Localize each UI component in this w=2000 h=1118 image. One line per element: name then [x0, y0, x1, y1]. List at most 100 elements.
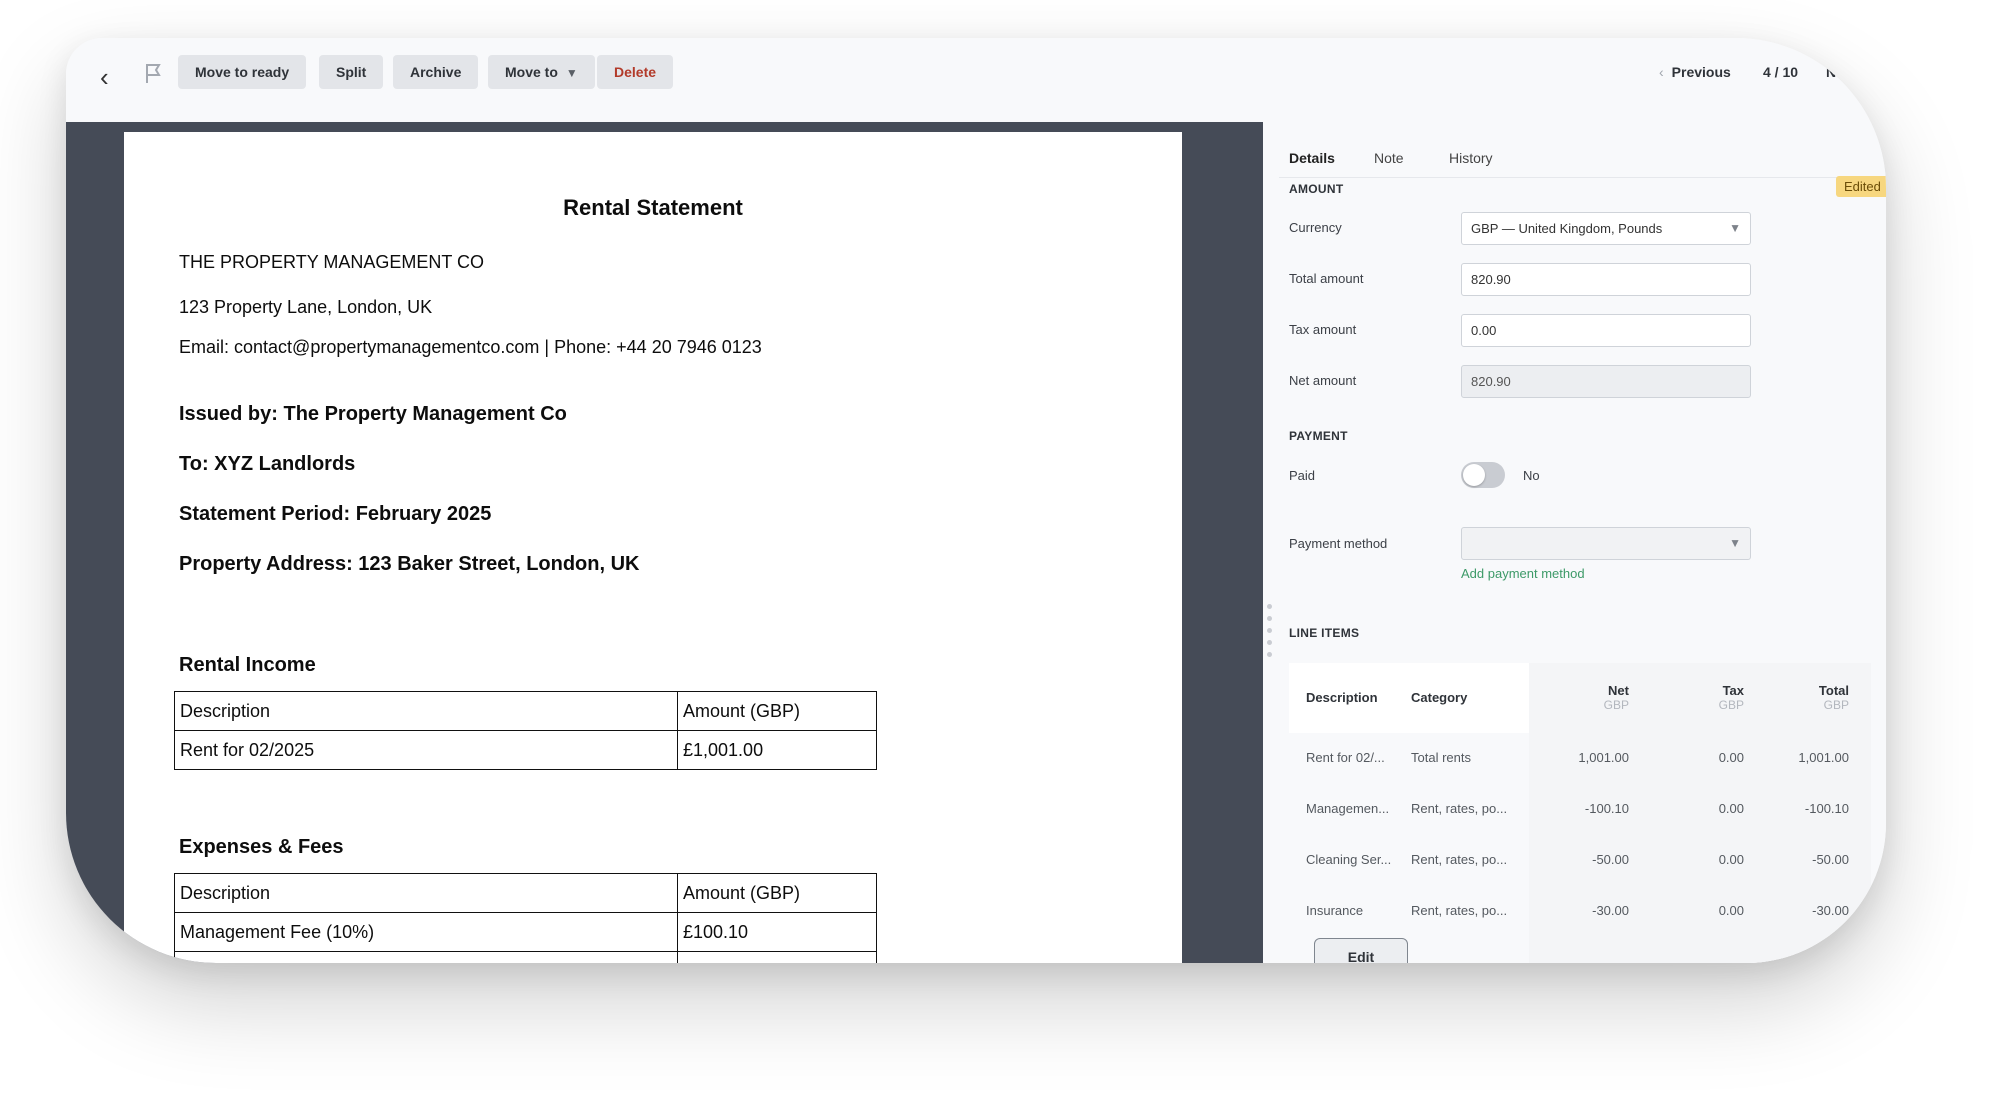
column-description: Description: [1306, 690, 1378, 705]
table-cell: Management Fee (10%): [174, 912, 678, 952]
amount-section-title: AMOUNT: [1289, 182, 1344, 196]
line-item-description: Cleaning Ser...: [1306, 852, 1392, 867]
line-item-category: Total rents: [1411, 750, 1471, 765]
paid-label: Paid: [1289, 468, 1316, 483]
line-item-total: -50.00: [1812, 852, 1849, 867]
previous-button[interactable]: ‹ Previous: [1659, 64, 1731, 80]
table-cell: Description: [174, 691, 678, 731]
line-item-tax: 0.00: [1718, 852, 1744, 867]
page-position: 4 / 10: [1763, 64, 1799, 80]
payment-section-title: PAYMENT: [1289, 429, 1348, 443]
column-net: Net GBP: [1569, 683, 1629, 712]
company-address: 123 Property Lane, London, UK: [179, 297, 433, 317]
app-window: ‹ Move to ready Split Archive Move to ▼ D…: [66, 38, 1886, 963]
line-item-tax: 0.00: [1718, 750, 1744, 765]
issued-by: Issued by: The Property Management Co: [179, 403, 567, 425]
company-name: THE PROPERTY MANAGEMENT CO: [179, 252, 485, 272]
payment-method-select[interactable]: ▼: [1461, 527, 1751, 560]
flag-icon[interactable]: [144, 62, 162, 90]
table-cell: £1,001.00: [677, 730, 877, 770]
line-item-description: Insurance: [1306, 903, 1364, 918]
table-cell: Amount (GBP): [677, 691, 877, 731]
document-page: Rental Statement THE PROPERTY MANAGEMENT…: [124, 132, 1182, 963]
payment-method-label: Payment method: [1289, 536, 1388, 551]
table-cell: [677, 951, 877, 963]
line-items-section-title: LINE ITEMS: [1289, 626, 1360, 640]
column-total: Total GBP: [1789, 683, 1849, 712]
column-net-currency: GBP: [1603, 698, 1629, 712]
edit-line-items-button[interactable]: Edit: [1314, 938, 1408, 963]
currency-label: Currency: [1289, 220, 1342, 235]
table-row: Description Amount (GBP): [174, 691, 877, 731]
rental-income-heading: Rental Income: [179, 654, 316, 676]
line-item-total: -30.00: [1812, 903, 1849, 918]
table-cell: £100.10: [677, 912, 877, 952]
line-item-tax: 0.00: [1718, 801, 1744, 816]
details-panel: Details Note History Edited AMOUNT Curre…: [1279, 122, 1886, 963]
status-badge: Edited: [1836, 176, 1886, 197]
table-cell: Rent for 02/2025: [174, 730, 678, 770]
add-payment-method-link[interactable]: Add payment method: [1461, 566, 1585, 581]
column-tax-currency: GBP: [1718, 698, 1744, 712]
document-viewer[interactable]: Rental Statement THE PROPERTY MANAGEMENT…: [66, 122, 1263, 963]
caret-down-icon: ▼: [565, 66, 578, 80]
rental-income-table: Description Amount (GBP) Rent for 02/202…: [174, 691, 877, 770]
delete-button[interactable]: Delete: [597, 55, 674, 89]
tab-details[interactable]: Details: [1289, 150, 1335, 166]
document-title: Rental Statement: [563, 195, 743, 220]
line-item-description: Rent for 02/...: [1306, 750, 1385, 765]
paid-value: No: [1523, 468, 1540, 483]
tab-note[interactable]: Note: [1374, 150, 1404, 166]
tabs-divider: [1279, 177, 1886, 178]
net-amount-field: 820.90: [1461, 365, 1751, 398]
back-icon[interactable]: ‹: [100, 62, 109, 93]
company-contact: Email: contact@propertymanagementco.com …: [179, 337, 762, 357]
move-to-button[interactable]: Move to ▼: [488, 55, 595, 89]
table-row: Description Amount (GBP): [174, 873, 877, 913]
next-button[interactable]: Nex: [1826, 64, 1852, 80]
line-item-row[interactable]: Insurance Rent, rates, po... -30.00 0.00…: [1289, 886, 1871, 938]
move-to-label: Move to: [505, 64, 558, 80]
toolbar: ‹ Move to ready Split Archive Move to ▼ D…: [66, 38, 1886, 122]
currency-select[interactable]: GBP — United Kingdom, Pounds ▼: [1461, 212, 1751, 245]
line-item-row[interactable]: Rent for 02/... Total rents 1,001.00 0.0…: [1289, 733, 1871, 785]
archive-button[interactable]: Archive: [393, 55, 479, 89]
move-to-ready-button[interactable]: Move to ready: [178, 55, 307, 89]
chevron-left-icon: ‹: [1659, 64, 1664, 80]
table-row: Management Fee (10%) £100.10: [174, 912, 877, 952]
line-item-total: -100.10: [1804, 801, 1849, 816]
table-row: Rent for 02/2025 £1,001.00: [174, 730, 877, 770]
line-item-category: Rent, rates, po...: [1411, 801, 1508, 816]
caret-down-icon: ▼: [1729, 536, 1741, 550]
line-item-description: Managemen...: [1306, 801, 1390, 816]
column-net-label: Net: [1608, 683, 1629, 698]
line-item-net: 1,001.00: [1578, 750, 1629, 765]
net-amount-label: Net amount: [1289, 373, 1357, 388]
total-amount-label: Total amount: [1289, 271, 1364, 286]
toggle-knob: [1463, 464, 1485, 486]
table-cell: [174, 951, 678, 963]
tax-amount-label: Tax amount: [1289, 322, 1357, 337]
line-item-net: -50.00: [1592, 852, 1629, 867]
caret-down-icon: ▼: [1729, 221, 1741, 235]
total-amount-input[interactable]: 820.90: [1461, 263, 1751, 296]
line-item-category: Rent, rates, po...: [1411, 903, 1508, 918]
line-item-net: -100.10: [1584, 801, 1629, 816]
tax-amount-input[interactable]: 0.00: [1461, 314, 1751, 347]
line-item-total: 1,001.00: [1798, 750, 1849, 765]
numeric-columns-bg: [1529, 937, 1871, 963]
paid-toggle[interactable]: [1461, 462, 1505, 488]
expenses-table: Description Amount (GBP) Management Fee …: [174, 873, 877, 963]
resize-handle[interactable]: [1267, 604, 1273, 664]
split-button[interactable]: Split: [319, 55, 384, 89]
column-total-currency: GBP: [1823, 698, 1849, 712]
recipient: To: XYZ Landlords: [179, 453, 356, 475]
currency-value: GBP — United Kingdom, Pounds: [1471, 221, 1663, 236]
column-tax: Tax GBP: [1684, 683, 1744, 712]
statement-period: Statement Period: February 2025: [179, 503, 492, 525]
line-item-net: -30.00: [1592, 903, 1629, 918]
line-item-row[interactable]: Managemen... Rent, rates, po... -100.10 …: [1289, 784, 1871, 836]
tab-history[interactable]: History: [1449, 150, 1493, 166]
line-item-row[interactable]: Cleaning Ser... Rent, rates, po... -50.0…: [1289, 835, 1871, 887]
line-items-header: Description Category Net GBP Tax GBP Tot…: [1289, 663, 1871, 733]
